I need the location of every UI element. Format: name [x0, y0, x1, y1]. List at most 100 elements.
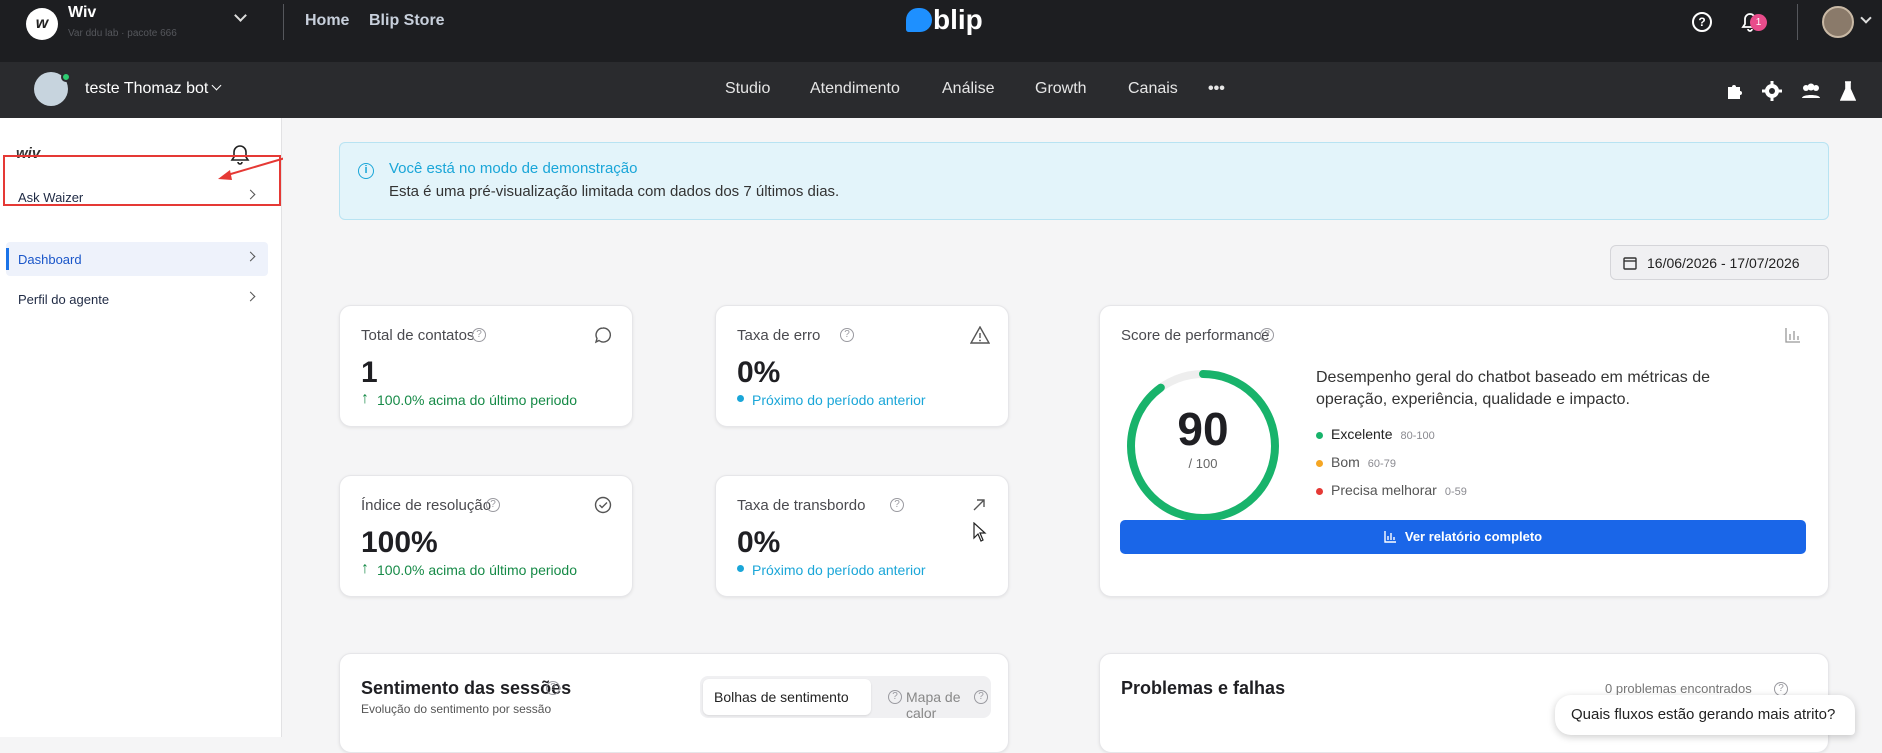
chat-suggestion-text: Quais fluxos estão gerando mais atrito?	[1571, 706, 1836, 723]
org-name[interactable]: Wiv	[68, 4, 96, 22]
score-value: 90	[1177, 403, 1229, 455]
legend-precisa-melhorar: Precisa melhorar 0-59	[1316, 482, 1467, 498]
legend-label: Excelente	[1331, 426, 1393, 442]
home-link[interactable]: Home	[305, 12, 349, 30]
metric-card-indice-de-resolucao: Índice de resolução ? 100% ↑ 100.0% acim…	[339, 475, 633, 597]
sentiment-title: Sentimento das sessões	[361, 678, 572, 698]
button-label: Ver relatório completo	[1404, 529, 1543, 544]
help-icon[interactable]: ?	[840, 328, 854, 342]
help-icon[interactable]: ?	[1260, 328, 1274, 342]
legend-bom: Bom 60-79	[1316, 454, 1396, 470]
metric-value: 0%	[737, 526, 781, 559]
help-icon[interactable]: ?	[546, 681, 560, 695]
metric-label: Total de contatos	[361, 327, 475, 344]
sidebar-item-perfil-do-agente[interactable]: Perfil do agente	[6, 282, 268, 316]
metric-value: 0%	[737, 356, 781, 389]
help-icon[interactable]: ?	[1692, 12, 1712, 32]
nav-analise[interactable]: Análise	[942, 80, 994, 98]
warning-triangle-icon	[970, 326, 990, 344]
up-arrow-icon: ↑	[361, 560, 369, 577]
bot-chevron-down-icon[interactable]	[211, 80, 222, 91]
sidebar-item-label: Dashboard	[18, 252, 82, 267]
bot-navbar: teste Thomaz bot Studio Atendimento Anál…	[0, 62, 1882, 118]
legend-range: 0-59	[1444, 486, 1467, 498]
chat-suggestion-bubble[interactable]: Quais fluxos estão gerando mais atrito?	[1555, 695, 1855, 735]
help-icon[interactable]: ?	[888, 690, 902, 704]
up-arrow-icon: ↑	[361, 390, 369, 407]
banner-text: Esta é uma pré-visualização limitada com…	[389, 183, 840, 200]
metric-label: Taxa de transbordo	[737, 497, 866, 514]
legend-dot	[1316, 459, 1323, 467]
legend-excelente: Excelente 80-100	[1316, 426, 1435, 442]
bot-name[interactable]: teste Thomaz bot	[85, 80, 208, 98]
check-circle-icon	[594, 496, 612, 514]
problems-count: 0 problemas encontrados	[1605, 681, 1752, 696]
notification-count-badge: 1	[1750, 14, 1767, 31]
help-icon[interactable]: ?	[1774, 682, 1788, 696]
nav-studio[interactable]: Studio	[725, 80, 770, 98]
metric-card-taxa-de-transbordo: Taxa de transbordo ? 0% Próximo do perío…	[715, 475, 1009, 597]
org-avatar[interactable]: w	[26, 8, 58, 40]
date-range-text: 16/06/2026 - 17/07/2026	[1647, 255, 1800, 271]
legend-label: Precisa melhorar	[1331, 482, 1437, 498]
arrow-up-right-icon	[973, 499, 985, 511]
legend-range: 80-100	[1400, 430, 1435, 442]
score-description: Desempenho geral do chatbot baseado em m…	[1316, 369, 1711, 408]
demo-mode-banner: i Você está no modo de demonstração Esta…	[339, 142, 1829, 220]
metric-label: Taxa de erro	[737, 327, 821, 344]
help-icon[interactable]: ?	[472, 328, 486, 342]
divider	[283, 4, 284, 40]
legend-range: 60-79	[1367, 458, 1396, 470]
sentiment-card: Sentimento das sessões ? Evolução do sen…	[339, 653, 1009, 753]
sentiment-subtitle: Evolução do sentimento por sessão	[361, 702, 552, 716]
chevron-right-icon	[245, 251, 256, 262]
tab-label: Bolhas de sentimento	[714, 689, 849, 705]
calendar-icon	[1623, 257, 1637, 270]
chat-bubble-icon	[594, 327, 611, 344]
chevron-right-icon	[245, 291, 256, 302]
metric-trend: Próximo do período anterior	[752, 562, 926, 578]
nav-canais[interactable]: Canais	[1128, 80, 1178, 98]
help-icon[interactable]: ?	[486, 498, 500, 512]
neutral-dot	[737, 565, 744, 572]
sidebar: wiv Ask Waizer Dashboard Perfil do agent…	[0, 118, 282, 737]
score-card: Score de performance ? 90 / 100 Desempen…	[1099, 305, 1829, 597]
banner-title: Você está no modo de demonstração	[389, 160, 638, 177]
sidebar-item-dashboard[interactable]: Dashboard	[6, 242, 268, 276]
help-icon[interactable]: ?	[974, 690, 988, 704]
problems-title: Problemas e falhas	[1121, 678, 1286, 698]
more-options-icon[interactable]: •••	[1208, 80, 1225, 98]
help-icon[interactable]: ?	[890, 498, 904, 512]
nav-growth[interactable]: Growth	[1035, 80, 1087, 98]
neutral-dot	[737, 395, 744, 402]
blip-logo-text: blip	[933, 4, 983, 35]
sentiment-tabs: Bolhas de sentimento ? Mapa de calor ?	[700, 676, 991, 721]
org-chevron-down-icon[interactable]	[234, 9, 247, 22]
sidebar-item-label: Perfil do agente	[18, 292, 110, 307]
legend-label: Bom	[1331, 454, 1360, 470]
team-icon[interactable]	[1800, 82, 1822, 100]
nav-atendimento[interactable]: Atendimento	[810, 80, 900, 98]
metric-trend: Próximo do período anterior	[752, 392, 926, 408]
top-navbar: w Wiv Var ddu lab · pacote 666 Home Blip…	[0, 0, 1882, 62]
lab-flask-icon[interactable]	[1839, 80, 1857, 102]
legend-dot	[1316, 431, 1323, 439]
metric-value: 1	[361, 356, 378, 389]
metric-card-taxa-de-erro: Taxa de erro ? 0% Próximo do período ant…	[715, 305, 1009, 427]
extensions-icon[interactable]	[1725, 81, 1745, 101]
blip-store-link[interactable]: Blip Store	[369, 12, 445, 30]
metric-trend: 100.0% acima do último periodo	[377, 392, 578, 408]
date-range-picker[interactable]: 16/06/2026 - 17/07/2026	[1610, 245, 1829, 280]
bot-status-dot	[61, 72, 71, 82]
mouse-cursor-icon	[973, 522, 987, 542]
org-subtitle: Var ddu lab · pacote 666	[68, 28, 177, 39]
settings-gear-icon[interactable]	[1762, 81, 1782, 101]
legend-dot	[1316, 487, 1323, 495]
metric-trend: 100.0% acima do último periodo	[377, 562, 578, 578]
tab-bolhas-de-sentimento[interactable]: Bolhas de sentimento	[703, 679, 871, 715]
bar-chart-icon[interactable]	[1784, 326, 1802, 344]
ver-relatorio-button[interactable]: Ver relatório completo	[1120, 520, 1806, 554]
user-avatar[interactable]	[1822, 6, 1854, 38]
user-chevron-down-icon[interactable]	[1860, 12, 1872, 24]
main-content: i Você está no modo de demonstração Esta…	[283, 118, 1882, 753]
